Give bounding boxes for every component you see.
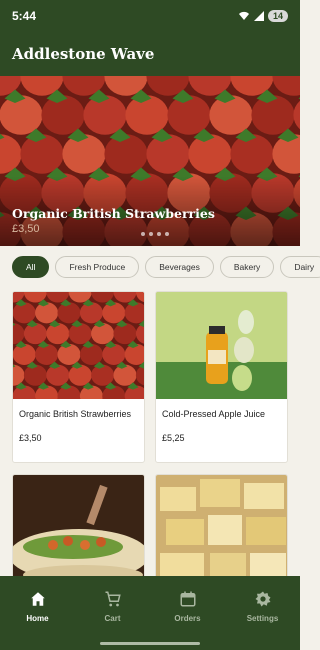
status-bar: 5:44 14 — [0, 0, 300, 32]
strawberries-image — [13, 292, 144, 399]
product-card[interactable] — [155, 474, 288, 584]
chip-beverages[interactable]: Beverages — [145, 256, 214, 278]
hero-title: Organic British Strawberries — [12, 206, 215, 221]
battery-indicator: 14 — [267, 10, 288, 22]
nav-label: Settings — [246, 614, 279, 623]
nav-orders[interactable]: Orders — [150, 576, 225, 650]
product-price: £5,25 — [162, 433, 185, 443]
signal-icon — [253, 11, 264, 21]
status-time: 5:44 — [12, 9, 37, 23]
product-image — [13, 475, 144, 583]
chip-dairy[interactable]: Dairy — [280, 256, 320, 278]
carousel-dot[interactable] — [165, 232, 169, 236]
nav-label: Orders — [174, 614, 201, 623]
nav-home[interactable]: Home — [0, 576, 75, 650]
cart-icon — [105, 591, 121, 607]
nav-cart[interactable]: Cart — [75, 576, 150, 650]
app-bar: Addlestone Wave — [0, 32, 300, 76]
nav-label: Home — [26, 614, 49, 623]
product-image — [156, 475, 287, 583]
cheese-image — [156, 475, 287, 583]
bottom-navigation: Home Cart Orders Settings — [0, 576, 300, 650]
hero-price: £3,50 — [12, 223, 40, 235]
hero-banner[interactable]: Organic British Strawberries £3,50 — [0, 76, 300, 246]
nav-settings[interactable]: Settings — [225, 576, 300, 650]
chip-fresh-produce[interactable]: Fresh Produce — [55, 256, 140, 278]
gear-icon — [255, 591, 270, 607]
wifi-icon — [238, 11, 249, 20]
chip-all[interactable]: All — [12, 256, 50, 278]
carousel-dot[interactable] — [149, 232, 153, 236]
product-card[interactable]: Organic British Strawberries £3,50 — [12, 291, 145, 463]
nav-label: Cart — [104, 614, 121, 623]
product-image — [13, 292, 144, 399]
carousel-dots — [141, 232, 169, 236]
chip-bakery[interactable]: Bakery — [219, 256, 275, 278]
product-name: Cold-Pressed Apple Juice — [162, 409, 266, 419]
app-title: Addlestone Wave — [12, 45, 155, 63]
status-icons: 14 — [238, 10, 288, 22]
product-price: £3,50 — [19, 433, 42, 443]
calendar-icon — [180, 591, 195, 607]
apple-juice-image — [156, 292, 287, 399]
product-image — [156, 292, 287, 399]
category-chips: All Fresh Produce Beverages Bakery Dairy — [12, 256, 320, 278]
product-card[interactable] — [12, 474, 145, 584]
carousel-dot[interactable] — [157, 232, 161, 236]
tacos-image — [13, 475, 144, 583]
product-name: Organic British Strawberries — [19, 409, 132, 419]
carousel-dot[interactable] — [141, 232, 145, 236]
product-card[interactable]: Cold-Pressed Apple Juice £5,25 — [155, 291, 288, 463]
home-icon — [30, 592, 45, 606]
home-indicator — [100, 642, 200, 645]
